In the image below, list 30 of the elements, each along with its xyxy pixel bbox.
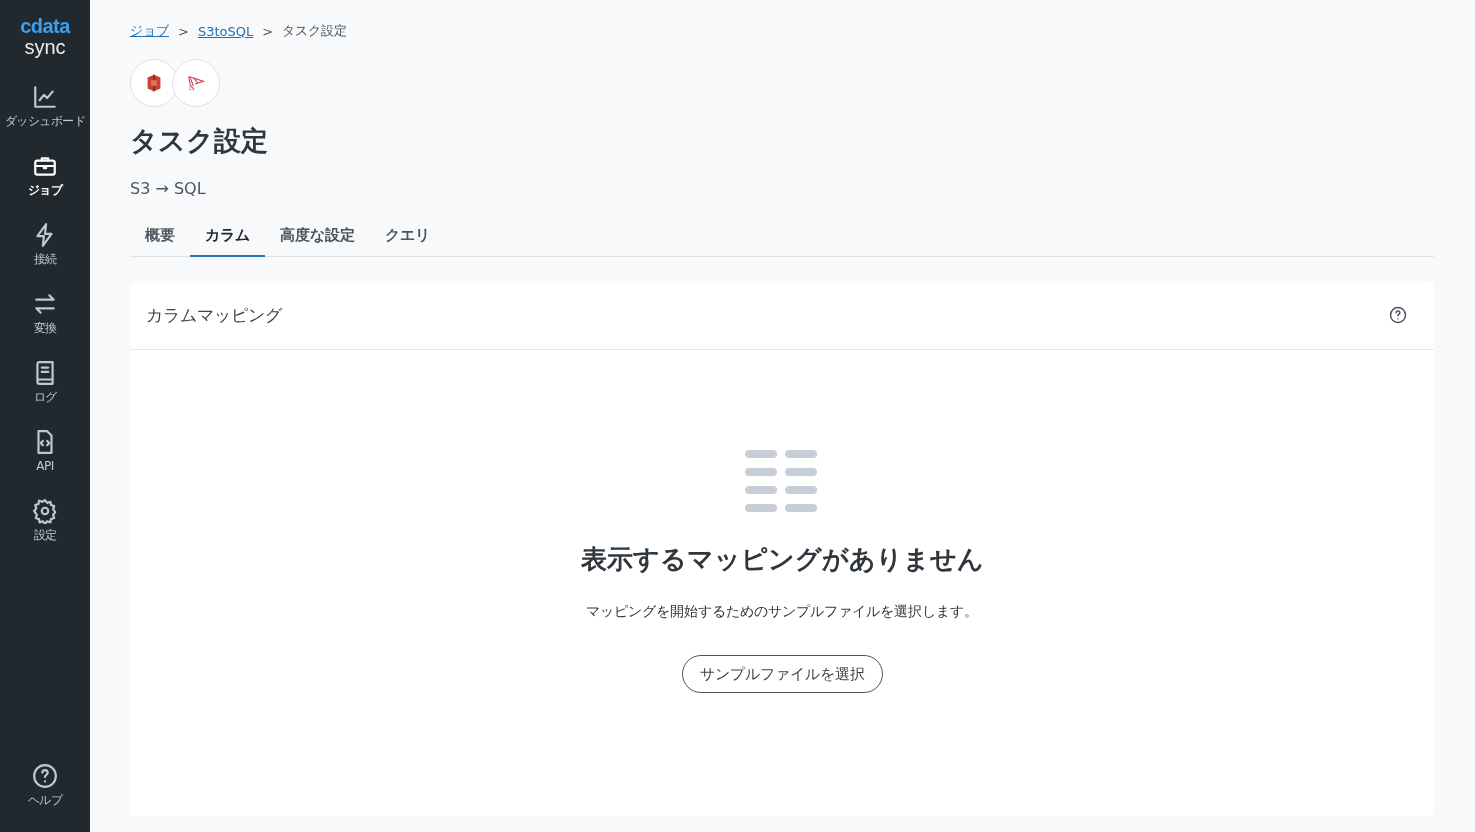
- page-subtitle: S3 → SQL: [130, 179, 207, 198]
- breadcrumb-current: タスク設定: [282, 22, 348, 40]
- swap-arrows-icon: [32, 291, 58, 317]
- page-title: タスク設定: [130, 124, 269, 158]
- nav-item[interactable]: ログ: [0, 354, 90, 411]
- help-nav-item[interactable]: ヘルプ: [0, 757, 90, 814]
- tab[interactable]: クエリ: [370, 226, 445, 257]
- nav-item[interactable]: API: [0, 423, 90, 480]
- breadcrumb-link[interactable]: ジョブ: [130, 22, 169, 40]
- line-chart-icon: [32, 84, 58, 110]
- breadcrumb-link[interactable]: S3toSQL: [197, 23, 254, 39]
- tab[interactable]: 概要: [130, 226, 190, 257]
- nav-item[interactable]: ダッシュボード: [0, 78, 90, 135]
- breadcrumb-separator: >: [262, 23, 274, 39]
- settings-icon: [32, 498, 58, 524]
- nav-item[interactable]: 設定: [0, 492, 90, 549]
- tab[interactable]: カラム: [190, 226, 265, 257]
- empty-state-title: 表示するマッピングがありません: [580, 543, 984, 576]
- panel-title: カラムマッピング: [146, 303, 282, 327]
- nav-item[interactable]: 接続: [0, 216, 90, 273]
- help-icon: [32, 763, 58, 789]
- logo-product: sync: [24, 36, 66, 58]
- empty-state-text: マッピングを開始するためのサンプルファイルを選択します。: [586, 603, 978, 621]
- nav-item[interactable]: ジョブ: [0, 147, 90, 204]
- tab[interactable]: 高度な設定: [265, 226, 370, 257]
- nav-item[interactable]: 変換: [0, 285, 90, 342]
- logo-brand: cdata: [20, 16, 70, 36]
- select-sample-file-button[interactable]: サンプルファイルを選択: [681, 655, 883, 693]
- breadcrumb-separator: >: [178, 23, 189, 39]
- help-icon[interactable]: [1389, 306, 1407, 324]
